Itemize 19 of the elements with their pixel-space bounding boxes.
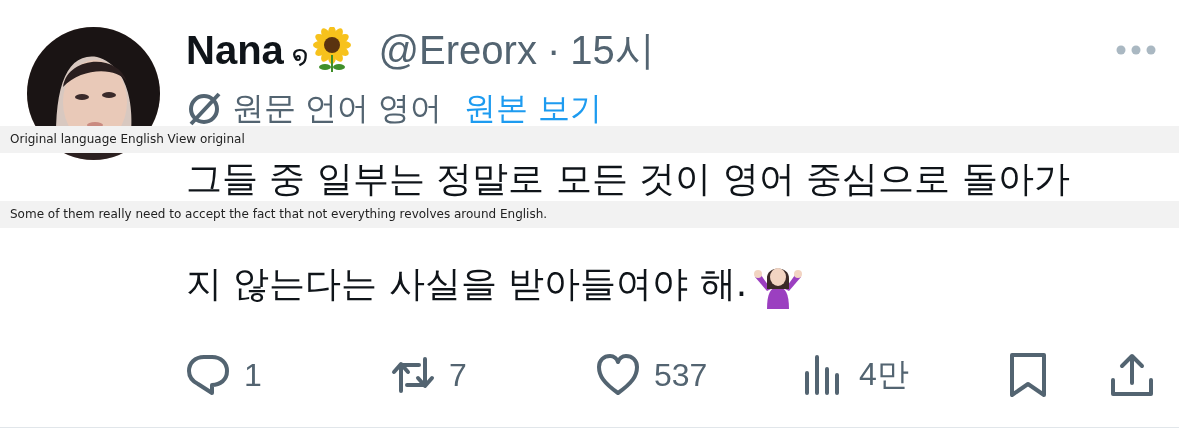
post-text: 지 않는다는 사실을 받아들여야 해. xyxy=(186,262,748,306)
source-language-label: 원문 언어 영어 xyxy=(232,89,442,128)
author-handle[interactable]: @Ereorx xyxy=(378,27,537,73)
post-text: 그들 중 일부는 정말로 모든 것이 영어 중심으로 돌아가 xyxy=(186,157,1070,201)
action-count: 1 xyxy=(244,356,262,394)
separator-dot: · xyxy=(546,27,561,73)
share-icon[interactable] xyxy=(1110,353,1154,397)
speech-bubble-icon[interactable] xyxy=(186,353,230,397)
translation-overlay: Original language English View original xyxy=(0,126,1179,153)
action-count: 4만 xyxy=(859,355,909,394)
action-count: 7 xyxy=(449,356,467,394)
name-symbol: ໑ xyxy=(291,39,309,70)
action-count: 537 xyxy=(654,356,708,394)
translation-overlay: Some of them really need to accept the fact that not everything revolves around English. xyxy=(0,201,1179,228)
heart-icon[interactable] xyxy=(596,353,640,397)
globe-slash-icon xyxy=(186,91,222,127)
sunflower-icon xyxy=(312,27,353,73)
author-name[interactable]: Nana xyxy=(186,27,284,73)
post-time[interactable]: 15시 xyxy=(570,22,655,78)
